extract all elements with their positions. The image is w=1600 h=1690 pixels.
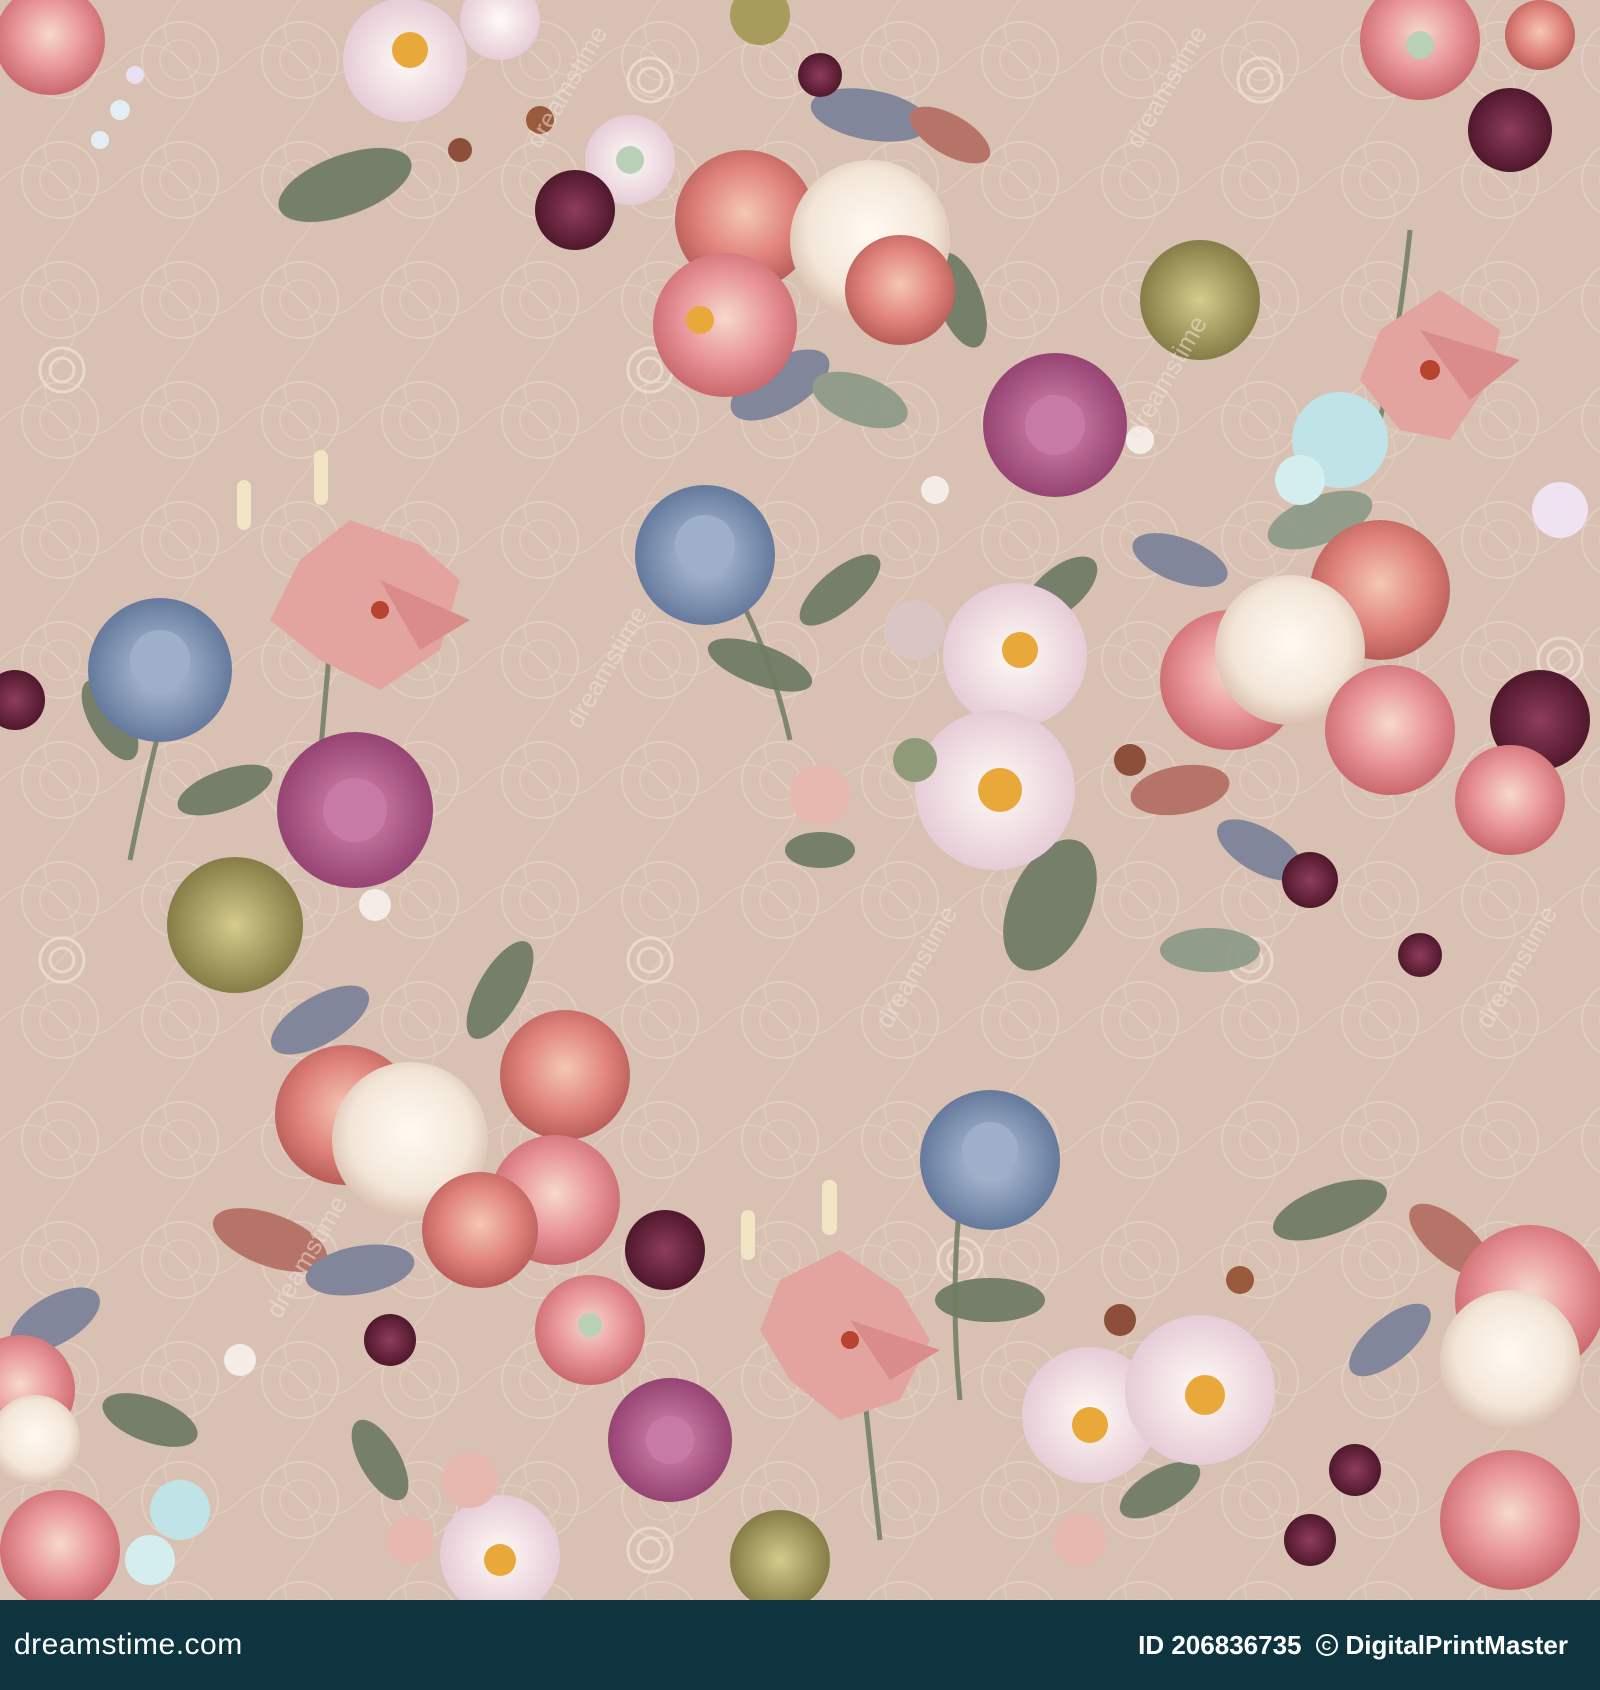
author-name[interactable]: DigitalPrintMaster xyxy=(1346,1630,1569,1661)
site-name[interactable]: dreamstime.com xyxy=(14,1628,243,1662)
image-id: ID 206836735 xyxy=(1138,1629,1302,1660)
floral-pattern-artwork: dreamstime dreamstime dreamstime dreamst… xyxy=(0,0,1600,1600)
stock-photo-page: dreamstime dreamstime dreamstime dreamst… xyxy=(0,0,1600,1690)
copyright-icon: C xyxy=(1315,1634,1338,1656)
author-credit[interactable]: C DigitalPrintMaster xyxy=(1315,1630,1569,1661)
image-credit: ID 206836735 C DigitalPrintMaster xyxy=(1138,1630,1568,1661)
stock-footer-bar: dreamstime.com ID 206836735 C DigitalPri… xyxy=(0,1600,1600,1690)
